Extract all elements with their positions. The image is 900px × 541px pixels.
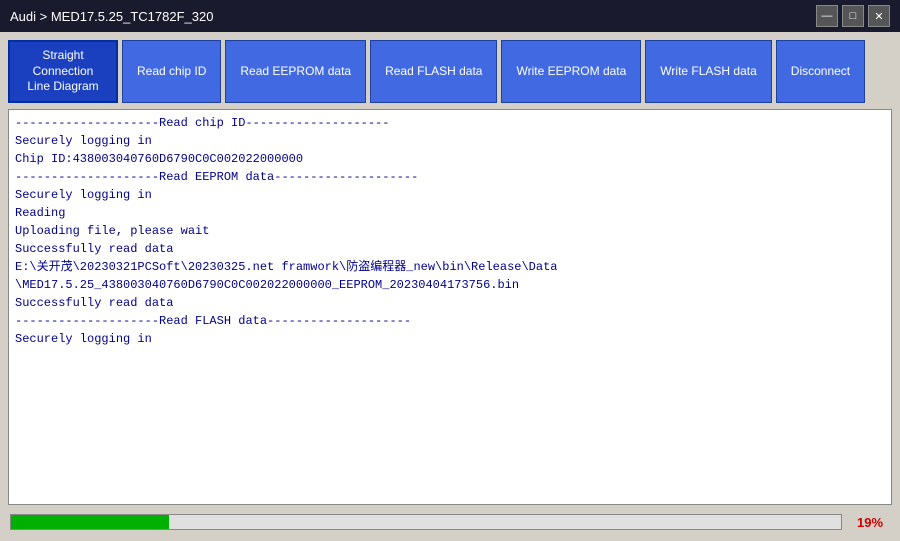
progress-label: 19% — [850, 515, 890, 530]
disconnect-button[interactable]: Disconnect — [776, 40, 865, 103]
maximize-button[interactable]: □ — [842, 5, 864, 27]
toolbar: Straight Connection Line Diagram Read ch… — [8, 40, 892, 103]
write-eeprom-button[interactable]: Write EEPROM data — [501, 40, 641, 103]
straight-connection-button[interactable]: Straight Connection Line Diagram — [8, 40, 118, 103]
read-eeprom-button[interactable]: Read EEPROM data — [225, 40, 366, 103]
read-flash-button[interactable]: Read FLASH data — [370, 40, 497, 103]
main-content: Straight Connection Line Diagram Read ch… — [0, 32, 900, 541]
title-text: Audi > MED17.5.25_TC1782F_320 — [10, 9, 213, 24]
log-area-container: --------------------Read chip ID--------… — [8, 109, 892, 505]
window-controls[interactable]: — □ ✕ — [816, 5, 890, 27]
progress-bar-container: 19% — [8, 511, 892, 533]
close-button[interactable]: ✕ — [868, 5, 890, 27]
write-flash-button[interactable]: Write FLASH data — [645, 40, 771, 103]
progress-track — [10, 514, 842, 530]
title-breadcrumb: Audi > MED17.5.25_TC1782F_320 — [10, 9, 213, 24]
progress-fill — [11, 515, 169, 529]
minimize-button[interactable]: — — [816, 5, 838, 27]
read-chip-id-button[interactable]: Read chip ID — [122, 40, 221, 103]
log-area[interactable]: --------------------Read chip ID--------… — [9, 110, 891, 504]
title-bar: Audi > MED17.5.25_TC1782F_320 — □ ✕ — [0, 0, 900, 32]
